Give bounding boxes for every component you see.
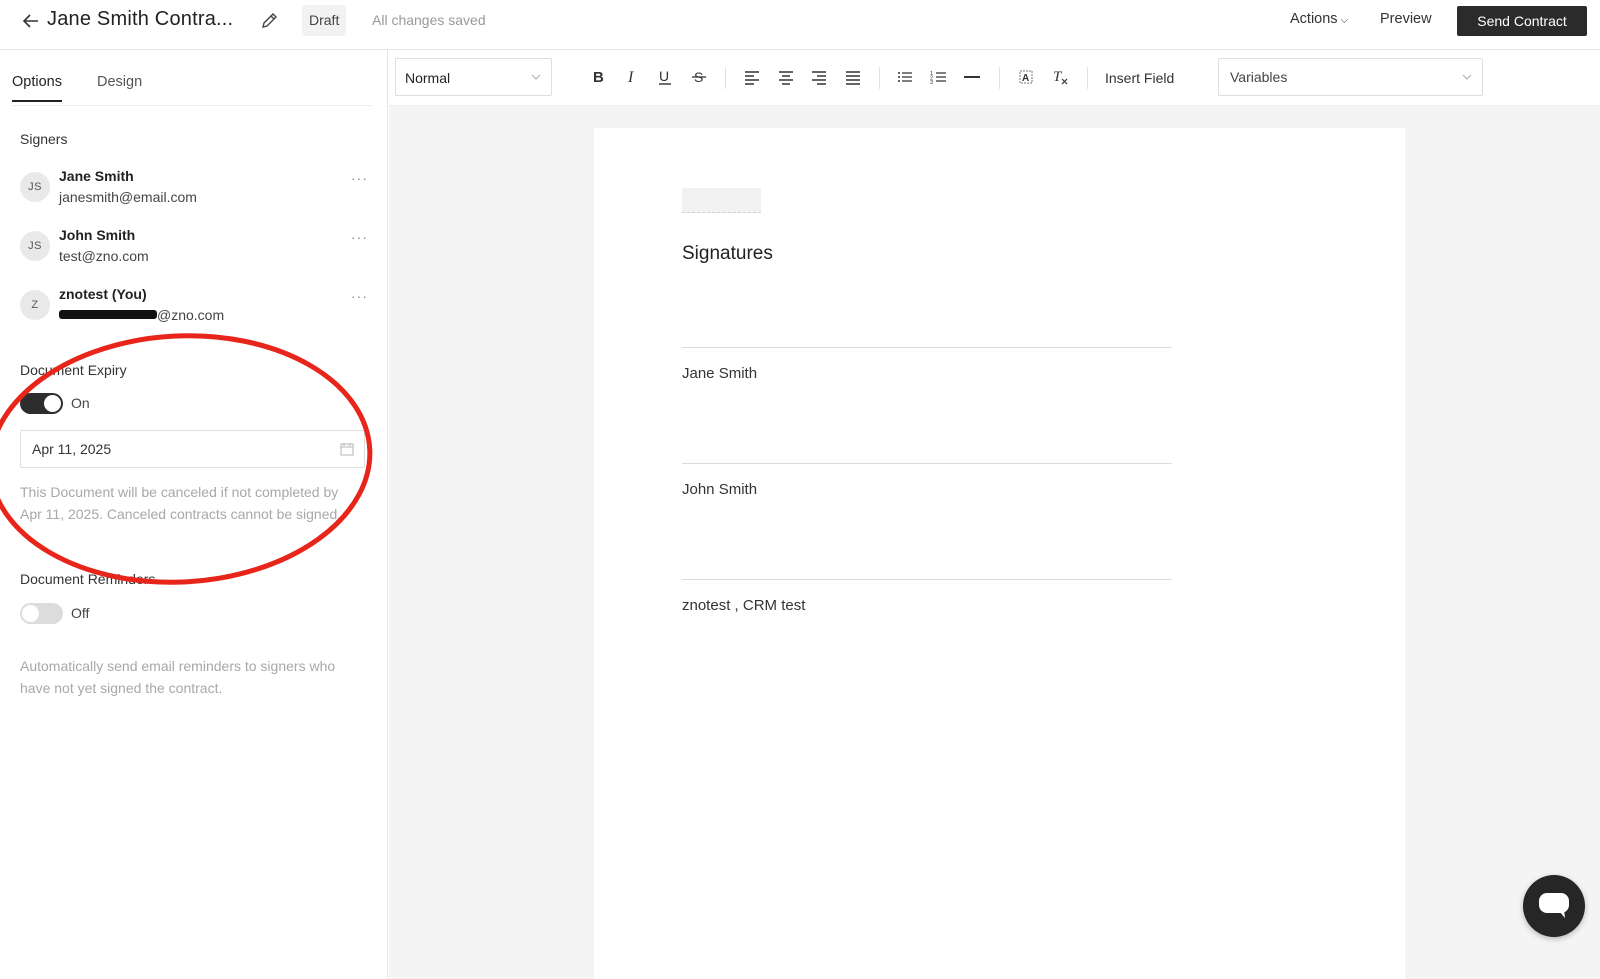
reminders-help-text: Automatically send email reminders to si… <box>20 658 336 696</box>
reminders-toggle-label: Off <box>71 605 90 621</box>
underline-icon[interactable]: U <box>654 66 676 88</box>
red-annotation-circle <box>0 333 373 585</box>
signer-name: John Smith <box>59 227 136 243</box>
svg-text:B: B <box>593 69 604 86</box>
align-center-icon[interactable] <box>775 66 797 88</box>
signer-email: @zno.com <box>157 307 225 323</box>
save-status: All changes saved <box>372 12 486 28</box>
signers-label: Signers <box>20 131 68 147</box>
toolbar-divider <box>879 67 880 89</box>
document-page[interactable]: Signatures Jane Smith John Smith znotest… <box>594 128 1405 979</box>
tab-options[interactable]: Options <box>12 74 62 102</box>
signer-item: JS John Smith test@zno.com ··· <box>20 227 368 271</box>
variables-select[interactable]: Variables <box>1218 58 1483 96</box>
text-style-value: Normal <box>405 70 451 86</box>
tab-design[interactable]: Design <box>97 74 142 100</box>
svg-text:3: 3 <box>930 80 933 86</box>
sidebar-tabs: Options Design <box>12 74 372 106</box>
chat-support-button[interactable] <box>1523 875 1585 937</box>
chevron-down-icon <box>531 74 541 80</box>
toolbar-divider <box>1087 67 1088 89</box>
text-highlight-icon[interactable]: A <box>1015 66 1037 88</box>
signature-name: Jane Smith <box>682 365 758 382</box>
variables-value: Variables <box>1230 69 1288 85</box>
reminders-toggle[interactable] <box>20 603 63 624</box>
signer-email: janesmith@email.com <box>59 189 197 205</box>
svg-text:U: U <box>659 68 669 84</box>
status-badge: Draft <box>302 5 347 36</box>
signer-item: JS Jane Smith janesmith@email.com ··· <box>20 168 368 212</box>
chat-bubble-icon <box>1539 893 1569 918</box>
signature-line <box>682 347 1172 348</box>
svg-text:A: A <box>1022 73 1029 84</box>
logo-placeholder[interactable] <box>682 188 761 213</box>
toolbar-divider <box>725 67 726 89</box>
signer-email: test@zno.com <box>59 248 149 264</box>
toolbar-divider <box>999 67 1000 89</box>
signer-name: znotest (You) <box>59 286 147 302</box>
bulleted-list-icon[interactable] <box>894 66 916 88</box>
more-options-icon[interactable]: ··· <box>351 288 368 304</box>
chevron-down-icon: ⌵ <box>1340 15 1349 26</box>
text-style-select[interactable]: Normal <box>395 58 552 96</box>
signer-item: Z znotest (You) @zno.com ··· <box>20 286 368 330</box>
svg-text:T: T <box>1053 69 1063 85</box>
toggle-knob <box>22 605 39 622</box>
chevron-down-icon <box>1462 74 1472 80</box>
align-justify-icon[interactable] <box>842 66 864 88</box>
italic-icon[interactable]: I <box>621 66 643 88</box>
document-title: Jane Smith Contra... <box>47 8 234 30</box>
back-arrow-icon[interactable] <box>20 10 42 32</box>
horizontal-rule-icon[interactable] <box>961 66 983 88</box>
editor-toolbar: Normal B I U S 123 A T Insert Field Vari… <box>389 50 1600 106</box>
send-contract-button[interactable]: Send Contract <box>1457 6 1587 36</box>
svg-text:I: I <box>627 69 634 86</box>
clear-formatting-icon[interactable]: T <box>1049 66 1071 88</box>
signature-name: znotest , CRM test <box>682 597 806 614</box>
signature-line <box>682 463 1172 464</box>
strikethrough-icon[interactable]: S <box>688 66 710 88</box>
avatar: JS <box>20 172 50 202</box>
more-options-icon[interactable]: ··· <box>351 170 368 186</box>
signatures-heading: Signatures <box>682 243 773 264</box>
document-canvas: Signatures Jane Smith John Smith znotest… <box>389 106 1600 979</box>
numbered-list-icon[interactable]: 123 <box>928 66 950 88</box>
bold-icon[interactable]: B <box>587 66 609 88</box>
insert-field-button[interactable]: Insert Field <box>1105 70 1174 86</box>
avatar: Z <box>20 290 50 320</box>
avatar: JS <box>20 231 50 261</box>
actions-menu-button[interactable]: Actions ⌵ <box>1290 11 1348 27</box>
preview-button[interactable]: Preview <box>1380 11 1432 27</box>
top-bar: Jane Smith Contra... Draft All changes s… <box>0 0 1600 50</box>
redacted-email-bar <box>59 310 157 319</box>
signer-name: Jane Smith <box>59 168 134 184</box>
pencil-edit-icon[interactable] <box>258 10 280 32</box>
signature-line <box>682 579 1172 580</box>
align-left-icon[interactable] <box>741 66 763 88</box>
actions-label: Actions <box>1290 11 1338 27</box>
align-right-icon[interactable] <box>808 66 830 88</box>
more-options-icon[interactable]: ··· <box>351 229 368 245</box>
signature-name: John Smith <box>682 481 758 498</box>
